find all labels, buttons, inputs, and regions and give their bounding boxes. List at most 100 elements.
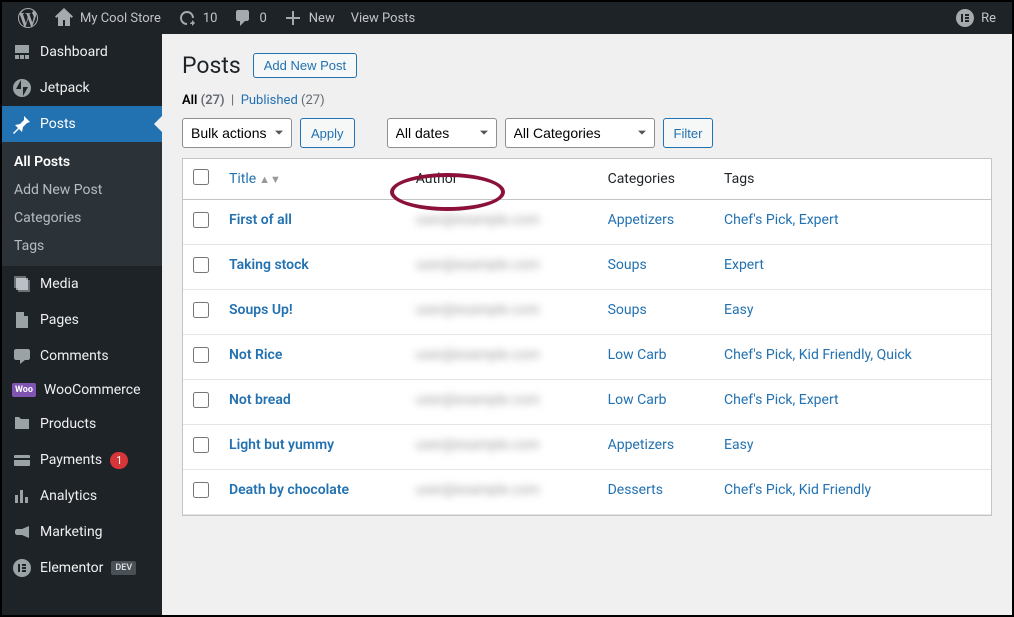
post-title-link[interactable]: Death by chocolate xyxy=(229,482,349,498)
category-link[interactable]: Appetizers xyxy=(608,212,675,228)
right-label: Re xyxy=(981,11,996,26)
category-link[interactable]: Low Carb xyxy=(608,347,667,363)
sort-title[interactable]: Title▲▼ xyxy=(229,171,281,187)
admin-sidebar: Dashboard Jetpack Posts All Posts Add Ne… xyxy=(2,34,162,615)
tags-link[interactable]: Expert xyxy=(724,257,764,273)
category-link[interactable]: Desserts xyxy=(608,482,663,498)
woo-icon: Woo xyxy=(12,383,36,397)
select-all-checkbox[interactable] xyxy=(193,169,209,185)
admin-bar: My Cool Store 10 0 New View Posts Re xyxy=(2,2,1012,34)
updates-link[interactable]: 10 xyxy=(169,2,226,34)
author-cell: user@example.com xyxy=(416,437,540,453)
tags-link[interactable]: Chef's Pick, Kid Friendly xyxy=(724,482,871,498)
table-row: Soups Up! user@example.com Soups Easy xyxy=(183,290,991,335)
status-filter: All (27) | Published (27) xyxy=(182,93,992,108)
tags-link[interactable]: Chef's Pick, Kid Friendly, Quick xyxy=(724,347,912,363)
filter-button[interactable]: Filter xyxy=(663,118,714,148)
analytics-icon xyxy=(12,486,32,506)
author-cell: user@example.com xyxy=(416,347,540,363)
tags-link[interactable]: Easy xyxy=(724,302,753,318)
category-link[interactable]: Soups xyxy=(608,257,647,273)
author-cell: user@example.com xyxy=(416,482,540,498)
comments-count: 0 xyxy=(259,11,266,26)
menu-comments[interactable]: Comments xyxy=(2,338,162,374)
category-link[interactable]: Low Carb xyxy=(608,392,667,408)
menu-media[interactable]: Media xyxy=(2,266,162,302)
view-posts-link[interactable]: View Posts xyxy=(343,2,424,34)
author-cell: user@example.com xyxy=(416,392,540,408)
row-checkbox[interactable] xyxy=(193,437,209,453)
header-tags: Tags xyxy=(714,159,991,200)
site-name-label: My Cool Store xyxy=(80,11,161,26)
dashboard-icon xyxy=(12,42,32,62)
submenu-tags[interactable]: Tags xyxy=(2,232,162,260)
megaphone-icon xyxy=(12,522,32,542)
post-title-link[interactable]: First of all xyxy=(229,212,292,228)
submenu-all-posts[interactable]: All Posts xyxy=(2,148,162,176)
new-content-link[interactable]: New xyxy=(275,2,343,34)
elementor-menu-icon xyxy=(12,558,32,578)
elementor-icon xyxy=(955,8,975,28)
row-checkbox[interactable] xyxy=(193,392,209,408)
menu-jetpack[interactable]: Jetpack xyxy=(2,70,162,106)
wordpress-icon xyxy=(18,8,38,28)
author-cell: user@example.com xyxy=(416,212,540,228)
comments-link[interactable]: 0 xyxy=(225,2,274,34)
menu-pages[interactable]: Pages xyxy=(2,302,162,338)
dates-select[interactable]: All dates xyxy=(387,118,497,148)
elementor-admin-link[interactable]: Re xyxy=(947,2,1004,34)
header-categories: Categories xyxy=(598,159,714,200)
home-icon xyxy=(54,8,74,28)
post-title-link[interactable]: Not bread xyxy=(229,392,291,408)
media-icon xyxy=(12,274,32,294)
payments-icon xyxy=(12,450,32,470)
post-title-link[interactable]: Not Rice xyxy=(229,347,282,363)
bulk-actions-select[interactable]: Bulk actions xyxy=(182,118,292,148)
menu-dashboard[interactable]: Dashboard xyxy=(2,34,162,70)
post-title-link[interactable]: Light but yummy xyxy=(229,437,334,453)
menu-marketing[interactable]: Marketing xyxy=(2,514,162,550)
row-checkbox[interactable] xyxy=(193,302,209,318)
menu-payments[interactable]: Payments 1 xyxy=(2,442,162,478)
tags-link[interactable]: Easy xyxy=(724,437,753,453)
tags-link[interactable]: Chef's Pick, Expert xyxy=(724,212,839,228)
row-checkbox[interactable] xyxy=(193,482,209,498)
row-checkbox[interactable] xyxy=(193,257,209,273)
site-name-link[interactable]: My Cool Store xyxy=(46,2,169,34)
menu-posts[interactable]: Posts xyxy=(2,106,162,142)
table-row: Taking stock user@example.com Soups Expe… xyxy=(183,245,991,290)
menu-analytics[interactable]: Analytics xyxy=(2,478,162,514)
post-title-link[interactable]: Soups Up! xyxy=(229,302,293,318)
main-content: Posts Add New Post All (27) | Published … xyxy=(162,34,1012,615)
payments-badge: 1 xyxy=(110,452,128,469)
submenu-add-new-post[interactable]: Add New Post xyxy=(2,176,162,204)
categories-select[interactable]: All Categories xyxy=(505,118,655,148)
header-author: Author xyxy=(406,159,598,200)
filter-all[interactable]: All (27) xyxy=(182,93,225,108)
filter-published[interactable]: Published (27) xyxy=(241,93,325,108)
menu-products[interactable]: Products xyxy=(2,406,162,442)
row-checkbox[interactable] xyxy=(193,347,209,363)
jetpack-icon xyxy=(12,78,32,98)
new-label: New xyxy=(309,11,335,26)
menu-elementor[interactable]: Elementor DEV xyxy=(2,550,162,586)
pages-icon xyxy=(12,310,32,330)
products-icon xyxy=(12,414,32,434)
category-link[interactable]: Appetizers xyxy=(608,437,675,453)
add-new-post-button[interactable]: Add New Post xyxy=(253,53,357,78)
posts-submenu: All Posts Add New Post Categories Tags xyxy=(2,142,162,266)
author-cell: user@example.com xyxy=(416,257,540,273)
menu-woocommerce[interactable]: Woo WooCommerce xyxy=(2,374,162,406)
category-link[interactable]: Soups xyxy=(608,302,647,318)
submenu-categories[interactable]: Categories xyxy=(2,204,162,232)
comments-icon xyxy=(12,346,32,366)
row-checkbox[interactable] xyxy=(193,212,209,228)
posts-table: Title▲▼ Author Categories Tags First of … xyxy=(182,158,992,516)
post-title-link[interactable]: Taking stock xyxy=(229,257,309,273)
wp-logo-menu[interactable] xyxy=(10,2,46,34)
table-row: Death by chocolate user@example.com Dess… xyxy=(183,470,991,515)
tags-link[interactable]: Chef's Pick, Expert xyxy=(724,392,839,408)
apply-button[interactable]: Apply xyxy=(300,118,355,148)
updates-count: 10 xyxy=(203,11,218,26)
plus-icon xyxy=(283,8,303,28)
